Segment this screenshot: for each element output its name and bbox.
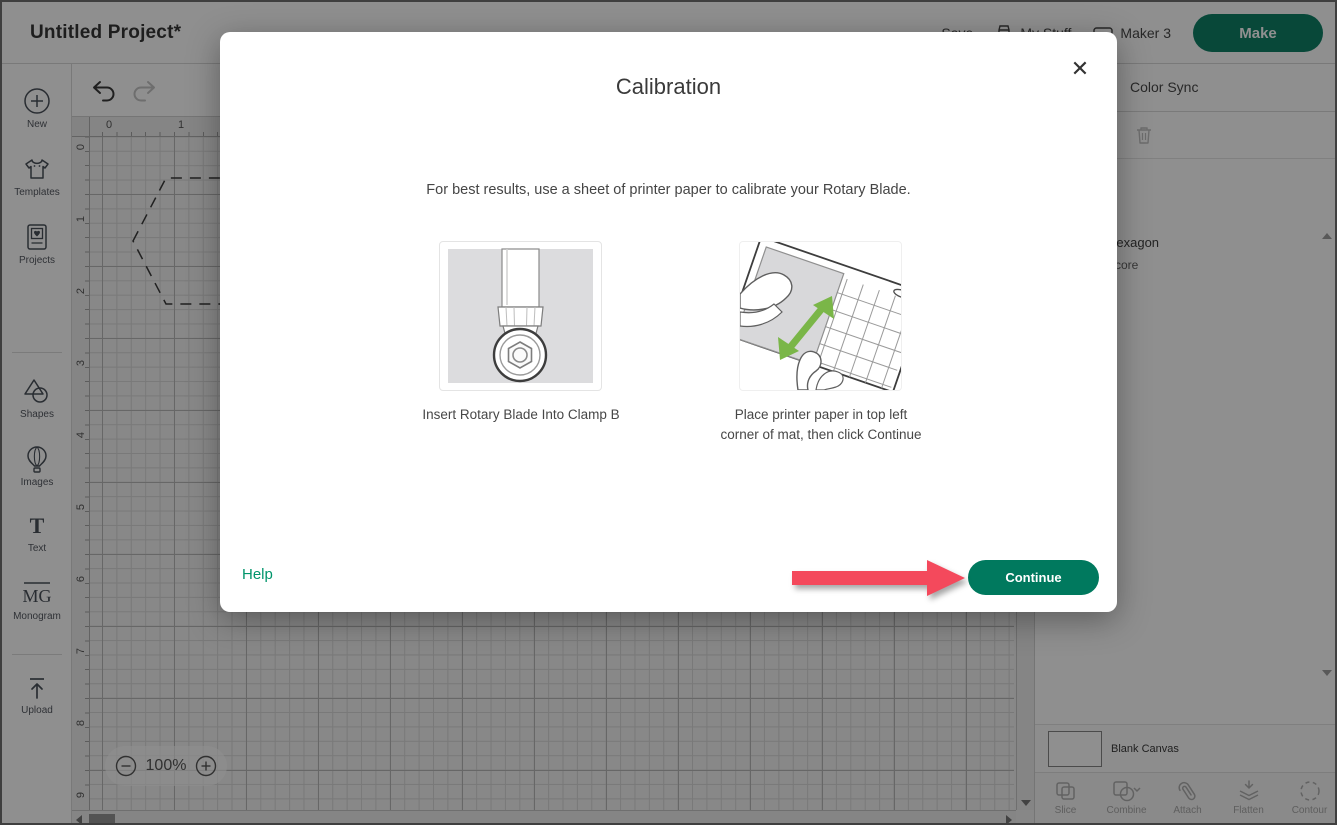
paper-on-mat-caption: Place printer paper in top left corner o… bbox=[717, 405, 925, 445]
close-icon[interactable]: ✕ bbox=[1065, 54, 1095, 84]
help-link[interactable]: Help bbox=[242, 566, 273, 583]
app-window: Untitled Project* Save My Stuff Maker 3 … bbox=[0, 0, 1337, 825]
paper-on-mat-figure bbox=[739, 241, 902, 391]
rotary-blade-figure bbox=[439, 241, 602, 391]
rotary-blade-illustration bbox=[440, 242, 601, 390]
dialog-instructions: For best results, use a sheet of printer… bbox=[220, 182, 1117, 198]
dialog-title: Calibration bbox=[220, 74, 1117, 100]
rotary-blade-caption: Insert Rotary Blade Into Clamp B bbox=[380, 405, 662, 425]
continue-button[interactable]: Continue bbox=[968, 560, 1099, 595]
paper-on-mat-illustration bbox=[740, 242, 901, 390]
calibration-dialog: Calibration ✕ For best results, use a sh… bbox=[220, 32, 1117, 612]
